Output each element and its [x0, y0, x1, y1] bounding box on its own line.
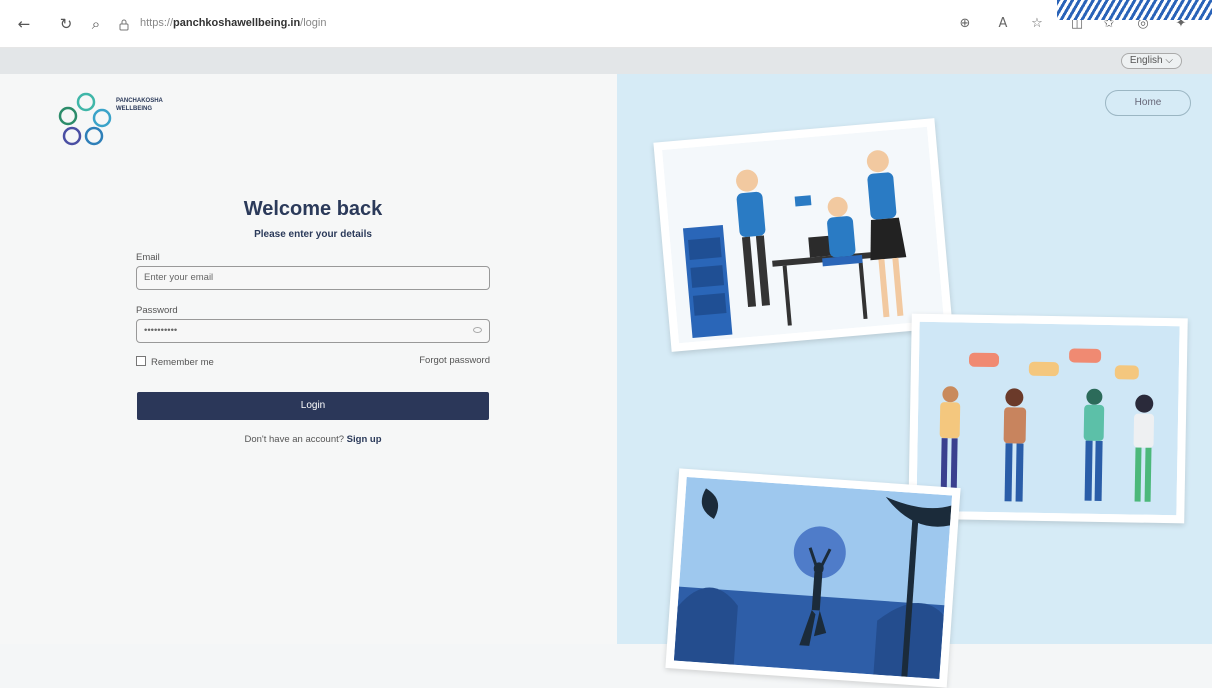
signup-link[interactable]: Sign up	[347, 434, 382, 445]
read-aloud-icon[interactable]: A	[994, 15, 1012, 33]
brand-name: PANCHAKOSHA WELLBEING	[116, 97, 163, 113]
remember-label: Remember me	[151, 357, 214, 368]
signup-prompt-text: Don't have an account?	[244, 434, 345, 445]
chevron-down-icon: ⌵	[1165, 55, 1173, 66]
zoom-icon[interactable]: ⊕	[956, 15, 974, 33]
password-label: Password	[136, 305, 178, 316]
back-arrow-icon[interactable]: ←	[14, 14, 34, 34]
forgot-password-link[interactable]: Forgot password	[419, 355, 490, 366]
address-bar[interactable]: https://panchkoshawellbeing.in/login	[140, 17, 326, 37]
url-path: /login	[300, 17, 327, 29]
home-button[interactable]: Home	[1105, 90, 1191, 116]
login-panel	[0, 74, 617, 644]
url-host: panchkoshawellbeing.in	[173, 17, 301, 29]
url-prefix: https://	[140, 17, 174, 29]
remember-checkbox[interactable]	[136, 356, 146, 366]
password-value: ••••••••••	[144, 325, 178, 336]
yoga-illustration	[665, 468, 961, 688]
language-value: English	[1129, 55, 1163, 66]
signup-prompt: Don't have an account? Sign up	[200, 434, 426, 445]
reload-icon[interactable]: ↻	[56, 14, 76, 34]
page-info-icon[interactable]	[117, 18, 131, 32]
office-team-illustration	[653, 118, 953, 352]
remember-me[interactable]: Remember me	[136, 356, 214, 368]
brand-name-line1: PANCHAKOSHA	[116, 98, 163, 104]
email-placeholder: Enter your email	[144, 272, 214, 283]
email-label: Email	[136, 252, 160, 263]
language-select[interactable]: English ⌵	[1120, 53, 1182, 69]
login-button[interactable]: Login	[137, 392, 489, 420]
password-field[interactable]: ••••••••••	[136, 319, 490, 343]
show-password-icon[interactable]	[473, 327, 482, 333]
page-title: Welcome back	[243, 198, 383, 220]
corner-decoration	[1057, 0, 1212, 20]
search-icon[interactable]: ⌕	[86, 14, 106, 34]
page-subtitle: Please enter your details	[254, 229, 372, 240]
browser-toolbar: ← ↻ ⌕ https://panchkoshawellbeing.in/log…	[0, 0, 1212, 48]
favorite-star-icon[interactable]: ☆	[1028, 15, 1046, 33]
brand-name-line2: WELLBEING	[116, 106, 152, 112]
email-field[interactable]: Enter your email	[136, 266, 490, 290]
top-strip	[0, 48, 1212, 74]
